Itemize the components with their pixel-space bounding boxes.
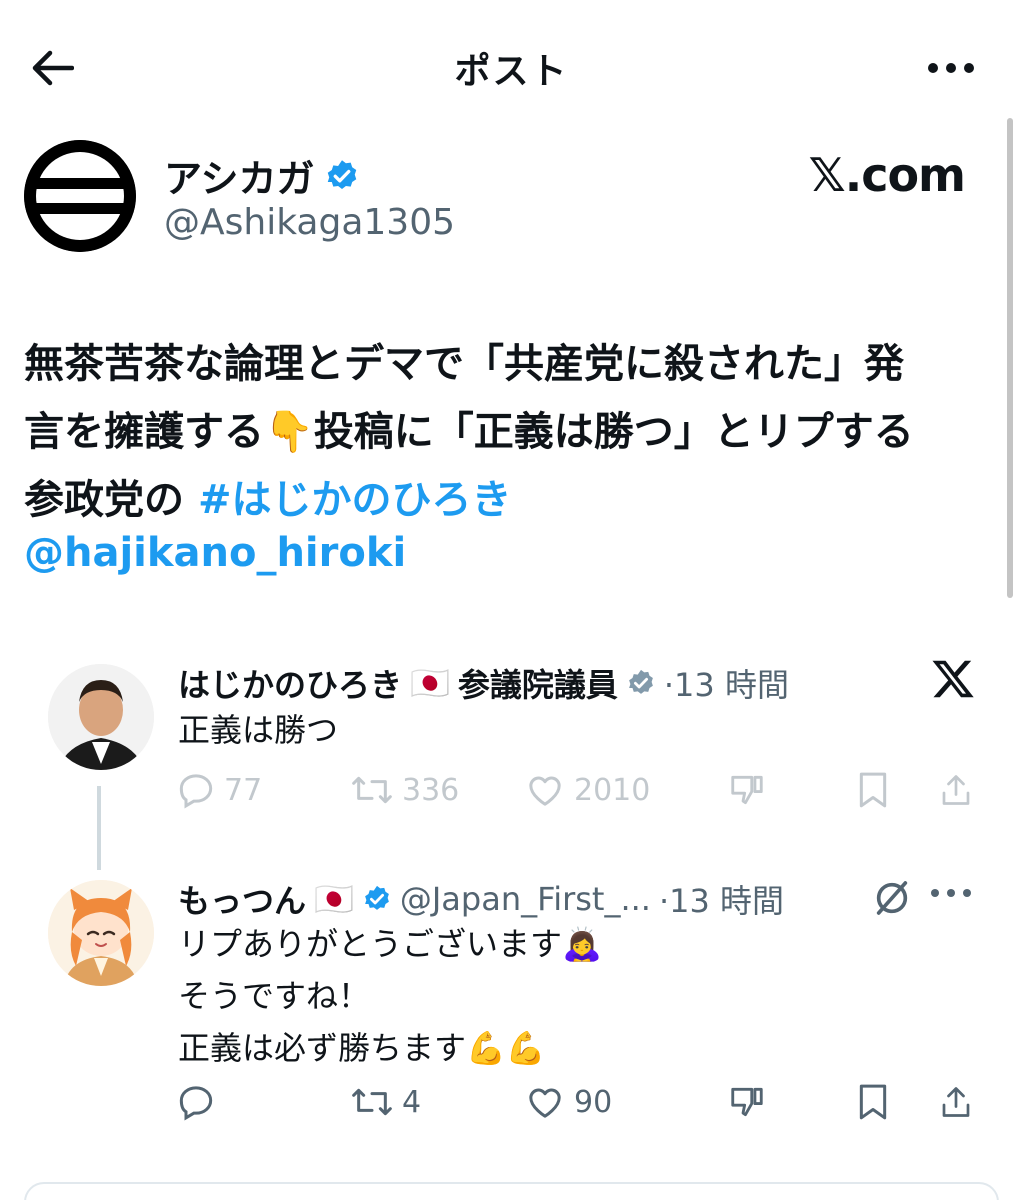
bowing-emoji: 🙇‍♀️: [562, 925, 602, 963]
thumbs-down-icon: [731, 775, 763, 805]
repost-button[interactable]: 4: [350, 1082, 421, 1122]
post-text-line: 無茶苦茶な論理とデマで「共産党に殺された」発: [24, 341, 904, 387]
thread-connector: [97, 786, 101, 870]
reply-text-line: リプありがとうございます🙇‍♀️: [178, 918, 602, 970]
like-button[interactable]: 2010: [524, 770, 650, 810]
heart-icon: [529, 776, 561, 806]
next-card-edge: [24, 1182, 999, 1200]
repost-button[interactable]: 336: [350, 770, 459, 810]
author-name[interactable]: アシカガ: [164, 148, 360, 203]
reply-text: 正義は勝つ: [178, 704, 338, 756]
reply-text-segment: 正義は必ず勝ちます: [178, 1029, 467, 1067]
pointing-down-emoji: 👇: [264, 409, 314, 455]
grok-icon[interactable]: [872, 878, 912, 918]
person-photo: [48, 664, 154, 770]
family-crest-logo: [24, 140, 136, 252]
japan-flag-emoji: 🇯🇵: [314, 880, 354, 918]
comment-icon: [179, 1086, 213, 1121]
avatar[interactable]: [24, 140, 136, 252]
timestamp[interactable]: ·13 時間: [659, 876, 784, 922]
bookmark-icon: [859, 1084, 887, 1120]
scrollbar[interactable]: [1007, 118, 1013, 598]
comment-icon: [179, 774, 213, 809]
mention-link[interactable]: @hajikano_hiroki: [24, 530, 406, 576]
post-text-line: 参政党の #はじかのひろき: [24, 466, 1004, 534]
x-logo-icon: [930, 656, 976, 702]
reply-text-line: 正義は勝つ: [178, 711, 339, 749]
top-bar: ポスト: [0, 0, 1023, 130]
reply-author-handle[interactable]: @Japan_First_...: [400, 880, 651, 918]
bookmark-button[interactable]: [856, 1082, 890, 1122]
reply-text: リプありがとうございます🙇‍♀️ そうですね！ 正義は必ず勝ちます💪💪: [178, 918, 602, 1074]
like-button[interactable]: 90: [524, 1082, 612, 1122]
heart-icon: [529, 1088, 561, 1118]
reply-text-line: 正義は必ず勝ちます💪💪: [178, 1022, 602, 1074]
dislike-button[interactable]: [728, 1082, 766, 1122]
source-label: 𝕏.com: [808, 148, 966, 202]
share-button[interactable]: [938, 770, 974, 810]
verified-badge-icon: [328, 159, 357, 189]
reply-button[interactable]: 77: [176, 770, 262, 810]
reply-text-line: そうですね！: [178, 977, 371, 1015]
reply-header: はじかのひろき 🇯🇵 参議院議員 ·13 時間: [178, 660, 789, 706]
share-button[interactable]: [938, 1082, 974, 1122]
like-count: 90: [574, 1084, 613, 1120]
timestamp[interactable]: ·13 時間: [664, 660, 789, 706]
ellipsis-icon: [928, 63, 974, 73]
repost-icon: [352, 1088, 392, 1116]
verified-badge-icon: [364, 885, 389, 910]
bookmark-button[interactable]: [856, 770, 890, 810]
reply-author-name[interactable]: はじかのひろき: [178, 660, 402, 706]
author-handle[interactable]: @Ashikaga1305: [164, 202, 455, 243]
dislike-button[interactable]: [728, 770, 766, 810]
reply-text-segment: リプありがとうございます: [178, 925, 563, 963]
anime-catgirl-avatar: [48, 880, 154, 986]
reply-header: もっつん 🇯🇵 @Japan_First_... ·13 時間: [178, 876, 784, 922]
more-options-button[interactable]: [930, 888, 972, 898]
share-icon: [942, 1087, 970, 1117]
action-bar: 4 90: [176, 1082, 986, 1132]
japan-flag-emoji: 🇯🇵: [410, 664, 450, 702]
share-icon: [942, 775, 970, 805]
ellipsis-icon: [931, 889, 971, 897]
author-name-text: アシカガ: [164, 157, 315, 201]
reply-author-title: 参議院議員: [457, 666, 618, 704]
bookmark-icon: [859, 772, 887, 808]
reply-author-name[interactable]: もっつん: [178, 876, 306, 922]
thumbs-down-icon: [731, 1087, 763, 1117]
post-text-line: 言を擁護する👇投稿に「正義は勝つ」とリプする: [24, 398, 1004, 466]
like-count: 2010: [574, 772, 651, 808]
hashtag-link[interactable]: #はじかのひろき: [198, 477, 512, 523]
post-text-segment: 参政党の: [24, 477, 198, 523]
more-options-button[interactable]: [921, 46, 981, 90]
post-text-segment: 言を擁護する: [24, 409, 264, 455]
action-bar: 77 336 2010: [176, 770, 986, 820]
flexed-biceps-emoji: 💪💪: [466, 1029, 546, 1067]
reply-button[interactable]: [176, 1082, 224, 1122]
avatar[interactable]: [48, 880, 154, 986]
reply-count: 77: [224, 772, 263, 808]
repost-icon: [352, 776, 392, 804]
verified-badge-icon: [629, 669, 653, 694]
post-text: 無茶苦茶な論理とデマで「共産党に殺された」発 言を擁護する👇投稿に「正義は勝つ」…: [24, 330, 1004, 534]
repost-count: 336: [402, 772, 460, 808]
post-text-segment: 投稿に「正義は勝つ」とリプする: [313, 409, 914, 455]
avatar[interactable]: [48, 664, 154, 770]
page-title: ポスト: [454, 51, 569, 92]
repost-count: 4: [402, 1084, 422, 1120]
